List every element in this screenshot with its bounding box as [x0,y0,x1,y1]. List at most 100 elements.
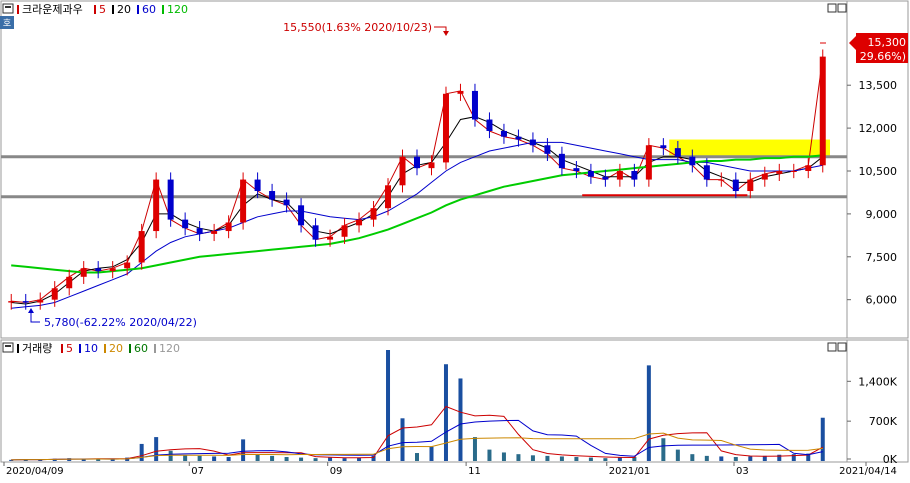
x-tick-label: 07 [191,466,204,477]
candle-body [196,228,203,234]
candle-body [182,219,189,229]
volume-legend-item: 60 [134,342,148,355]
candle-body [298,205,305,226]
candle-body [225,222,232,232]
volume-panel-maximize-button[interactable] [837,342,847,352]
price-legend-swatch [17,5,19,14]
volume-legend-swatch [104,344,106,353]
candle-body [616,171,623,180]
volume-bar [559,456,564,461]
candle-body [37,299,44,303]
volume-menu-icon-bar [5,345,11,347]
volume-legend-item: 10 [84,342,98,355]
candle-body [660,145,667,149]
candle-body [312,225,319,240]
candle-body [544,145,551,154]
price-legend-swatch [94,5,96,14]
x-tick-label: 2021/01 [609,466,651,477]
volume-bar [270,455,275,461]
x-tick-label: 03 [736,466,749,477]
candle-body [790,171,797,172]
candle-body [747,179,754,192]
highlight-zone [669,139,830,157]
volume-bar [690,454,695,461]
candle-body [153,179,160,232]
candle-body [414,156,420,169]
volume-bar [241,439,246,461]
panel-menu-icon-bar [5,6,11,8]
price-legend-item: 크라운제과우 [22,3,83,16]
current-price-change: ( 29.66%) [852,50,906,63]
volume-bar [284,457,289,461]
volume-bar [458,378,463,461]
volume-bar [704,455,709,461]
volume-bar [661,438,666,461]
candle-body [211,231,218,234]
volume-bar [386,350,391,461]
volume-bar [400,418,405,461]
chart-canvas: 6,000 7,500 9,000 10,500 12,000 13,500 0K 700K 1… [0,0,909,477]
price-panel-maximize-button[interactable] [837,3,847,13]
volume-panel-minimize-button[interactable] [827,342,837,352]
x-tick-label: 09 [330,466,343,477]
stock-chart-window: 6,000 7,500 9,000 10,500 12,000 13,500 0K 700K 1… [0,0,910,479]
price-legend-item: 5 [99,3,106,16]
chart-mode-button-label: 호 [3,18,11,29]
volume-bar [487,449,492,461]
volume-tick-label: 0K [883,453,898,466]
candle-body [819,56,826,166]
candle-body [645,145,652,180]
price-tick-label: 7,500 [866,251,898,264]
candle-body [761,173,768,180]
volume-bar [342,458,347,461]
candle-body [341,225,348,237]
volume-bar [545,455,550,461]
panel-menu-icon[interactable] [2,3,14,14]
x-tick-label: 2020/04/09 [6,466,64,477]
candle-body [254,179,261,192]
volume-bar [154,437,159,461]
candle-body [51,288,58,300]
candle-body [776,171,783,174]
candle-body [80,268,87,277]
candle-body [631,171,638,180]
candle-body [66,276,73,289]
volume-bar [212,456,217,461]
candle-body [587,171,594,177]
candle-body [327,236,334,240]
volume-panel-frame [0,339,909,463]
volume-bar [574,457,579,461]
max-price-annotation: 15,550(1.63% 2020/10/23) [283,21,432,34]
volume-bar [226,457,231,461]
candle-body [356,219,363,226]
price-tick-label: 10,500 [859,165,898,178]
volume-bar [443,364,448,461]
volume-bar [617,457,622,461]
volume-bar [820,417,825,461]
volume-legend-item: 5 [66,342,73,355]
price-legend-item: 60 [142,3,156,16]
candle-body [283,199,290,206]
volume-tick-label: 700K [869,415,898,428]
price-tick-label: 12,000 [859,122,898,135]
price-panel-frame [0,0,909,339]
volume-bar [516,454,521,461]
volume-legend-swatch [61,344,63,353]
candle-body [428,162,435,169]
candle-body [95,268,102,272]
candle-body [558,153,565,169]
price-legend-swatch [137,5,139,14]
price-legend-swatch [162,5,164,14]
volume-bar [197,455,202,461]
volume-bar [646,365,651,461]
candle-body [674,148,681,157]
price-panel-minimize-button[interactable] [827,3,837,13]
volume-legend-item: 20 [109,342,123,355]
price-tick-label: 9,000 [866,208,898,221]
volume-legend-item: 120 [159,342,180,355]
candle-body [573,168,580,171]
volume-bar [733,457,738,461]
volume-bar [530,455,535,461]
volume-menu-icon[interactable] [2,342,14,353]
price-tick-label: 6,000 [866,294,898,307]
